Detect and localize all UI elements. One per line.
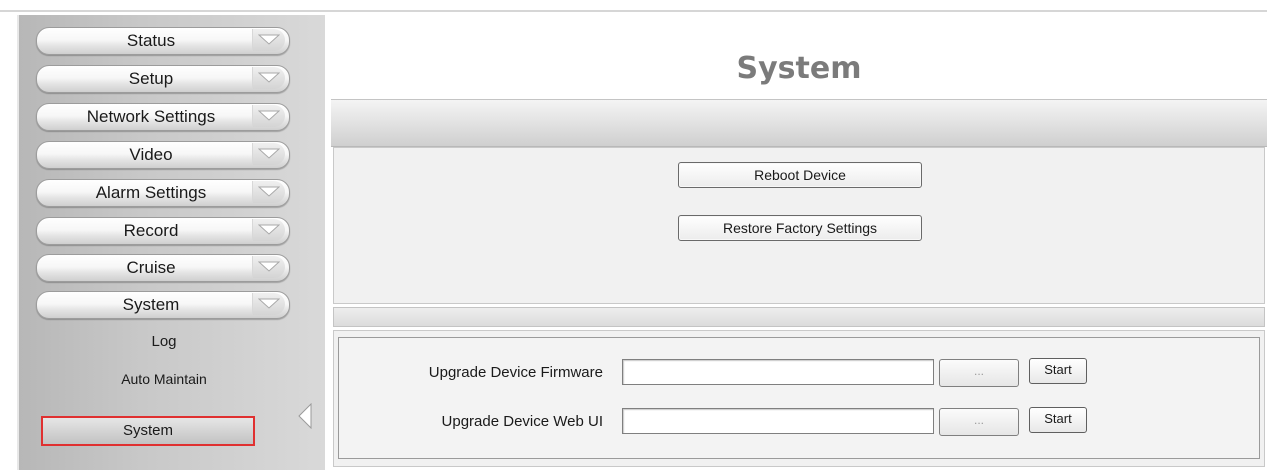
menu-label: Record bbox=[123, 221, 179, 240]
menu-alarm-settings-button[interactable]: Alarm Settings bbox=[36, 179, 290, 207]
chevron-down-icon bbox=[252, 105, 285, 127]
restore-factory-settings-button[interactable]: Restore Factory Settings bbox=[678, 215, 922, 241]
webui-start-button[interactable]: Start bbox=[1029, 407, 1087, 433]
main-content: System Reboot Device Restore Factory Set… bbox=[331, 15, 1267, 470]
submenu-item-auto-maintain[interactable]: Auto Maintain bbox=[57, 371, 271, 387]
chevron-down-icon bbox=[252, 256, 285, 278]
menu-setup-button[interactable]: Setup bbox=[36, 65, 290, 93]
reboot-device-button[interactable]: Reboot Device bbox=[678, 162, 922, 188]
menu-record-button[interactable]: Record bbox=[36, 217, 290, 245]
collapse-sidebar-icon[interactable] bbox=[297, 403, 313, 429]
chevron-down-icon bbox=[252, 293, 285, 315]
menu-cruise-button[interactable]: Cruise bbox=[36, 254, 290, 282]
menu-label: Cruise bbox=[126, 258, 176, 277]
menu-label: Setup bbox=[128, 69, 174, 88]
webui-file-input[interactable] bbox=[622, 408, 934, 434]
menu-network-settings-button[interactable]: Network Settings bbox=[36, 103, 290, 131]
section-header-bar bbox=[331, 99, 1267, 147]
chevron-down-icon bbox=[252, 67, 285, 89]
sidebar: Status Setup Network Settings Video Alar… bbox=[17, 15, 325, 470]
upgrade-webui-label: Upgrade Device Web UI bbox=[441, 413, 603, 430]
menu-label: Video bbox=[129, 145, 173, 164]
menu-video-button[interactable]: Video bbox=[36, 141, 290, 169]
device-actions-panel: Reboot Device Restore Factory Settings bbox=[333, 147, 1265, 304]
upgrade-inner-frame: Upgrade Device Firmware ... Start Upgrad… bbox=[338, 337, 1260, 459]
submenu-item-log[interactable]: Log bbox=[57, 333, 271, 350]
page-title: System bbox=[736, 51, 862, 86]
menu-label: Status bbox=[126, 31, 176, 50]
chevron-down-icon bbox=[252, 29, 285, 51]
firmware-start-button[interactable]: Start bbox=[1029, 358, 1087, 384]
firmware-file-input[interactable] bbox=[622, 359, 934, 385]
submenu-item-system[interactable]: System bbox=[41, 416, 255, 446]
menu-system-button[interactable]: System bbox=[36, 291, 290, 319]
upgrade-firmware-label: Upgrade Device Firmware bbox=[428, 364, 603, 381]
chevron-down-icon bbox=[252, 143, 285, 165]
top-divider bbox=[0, 10, 1267, 12]
webui-browse-button[interactable]: ... bbox=[939, 408, 1019, 436]
menu-label: System bbox=[122, 295, 180, 314]
menu-label: Network Settings bbox=[86, 107, 216, 126]
upgrade-panel: Upgrade Device Firmware ... Start Upgrad… bbox=[333, 330, 1265, 467]
menu-label: Alarm Settings bbox=[95, 183, 207, 202]
section-divider-bar bbox=[333, 307, 1265, 327]
chevron-down-icon bbox=[252, 181, 285, 203]
firmware-browse-button[interactable]: ... bbox=[939, 359, 1019, 387]
chevron-down-icon bbox=[252, 219, 285, 241]
menu-status-button[interactable]: Status bbox=[36, 27, 290, 55]
